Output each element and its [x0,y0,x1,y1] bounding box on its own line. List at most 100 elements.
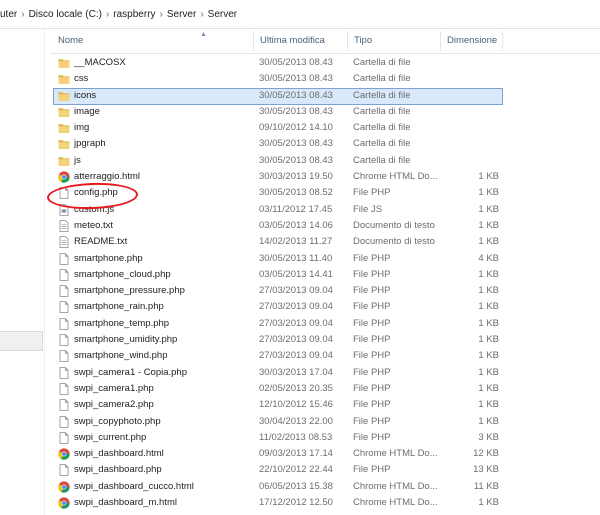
file-row[interactable]: README.txt 14/02/2013 11.27 Documento di t… [50,234,505,250]
breadcrumb-item[interactable]: raspberry [113,9,155,20]
column-header-size[interactable]: Dimensione [447,29,497,53]
file-type: Documento di testo [353,219,435,231]
file-modified: 11/02/2013 08.53 [259,431,333,443]
file-row[interactable]: js 30/05/2013 08.43 Cartella di file [50,153,505,169]
file-icon [58,464,70,477]
file-name: js [74,154,81,166]
file-type: File JS [353,203,383,215]
file-name: smartphone_rain.php [74,301,164,313]
file-size: 1 KB [478,285,499,297]
file-type: Cartella di file [353,138,411,150]
nav-pane-selected-item[interactable] [0,331,43,351]
column-divider[interactable] [440,31,441,51]
text-file-icon [58,220,70,232]
file-row[interactable]: jpgraph 30/05/2013 08.43 Cartella di file [50,136,505,152]
file-row[interactable]: smartphone_wind.php 27/03/2013 09.04 File … [50,348,505,364]
file-row[interactable]: swpi_camera2.php 12/10/2012 15.46 File PHP… [50,397,505,413]
file-name: swpi_camera1.php [74,382,154,394]
breadcrumb-item[interactable]: uter [0,9,17,20]
file-row[interactable]: swpi_dashboard_m.html 17/12/2012 12.50 Chr… [50,495,505,511]
file-row[interactable]: swpi_dashboard.html 09/03/2013 17.14 Chrom… [50,446,505,462]
file-type: Chrome HTML Do... [353,497,438,509]
file-row[interactable]: swpi_dashboard_cucco.html 06/05/2013 15.3… [50,479,505,495]
file-row[interactable]: smartphone.php 30/05/2013 11.40 File PHP 4 … [50,251,505,267]
file-size: 1 KB [478,203,499,215]
breadcrumb-item[interactable]: Server [167,9,196,20]
breadcrumb-item[interactable]: Server [208,9,237,20]
file-modified: 02/05/2013 20.35 [259,382,333,394]
file-row[interactable]: __MACOSX 30/05/2013 08.43 Cartella di file [50,55,505,71]
file-row[interactable]: smartphone_cloud.php 03/05/2013 14.41 File… [50,267,505,283]
file-type: Cartella di file [353,89,411,101]
file-size: 1 KB [478,334,499,346]
folder-icon [58,90,70,102]
file-type: File PHP [353,285,391,297]
file-name: jpgraph [74,138,106,150]
file-type: File PHP [353,317,391,329]
file-row[interactable]: meteo.txt 03/05/2013 14.06 Documento di te… [50,218,505,234]
file-size: 1 KB [478,171,499,183]
file-row[interactable]: css 30/05/2013 08.43 Cartella di file [50,71,505,87]
file-modified: 30/04/2013 22.00 [259,415,333,427]
file-modified: 06/05/2013 15.38 [259,480,333,492]
file-row[interactable]: swpi_copyphoto.php 30/04/2013 22.00 File P… [50,414,505,430]
chevron-right-icon[interactable]: › [160,9,163,20]
file-type: File PHP [353,399,391,411]
chrome-icon [58,448,70,460]
file-size: 1 KB [478,219,499,231]
file-row[interactable]: swpi_camera1 - Copia.php 30/03/2013 17.04… [50,365,505,381]
file-row[interactable]: smartphone_temp.php 27/03/2013 09.04 File … [50,316,505,332]
file-modified: 27/03/2013 09.04 [259,334,333,346]
navigation-pane[interactable] [0,29,44,515]
column-divider[interactable] [347,31,348,51]
file-row[interactable]: smartphone_umidity.php 27/03/2013 09.04 Fi… [50,332,505,348]
chevron-right-icon[interactable]: › [106,9,109,20]
file-row[interactable]: atterraggio.html 30/03/2013 19.50 Chrome H… [50,169,505,185]
file-row[interactable]: img 09/10/2012 14.10 Cartella di file [50,120,505,136]
breadcrumb-item[interactable]: Disco locale (C:) [29,9,102,20]
file-icon [58,366,70,379]
folder-icon [58,57,70,69]
file-type: File PHP [353,268,391,280]
file-row[interactable]: smartphone_pressure.php 27/03/2013 09.04 F… [50,283,505,299]
file-modified: 12/10/2012 15.46 [259,399,333,411]
file-row[interactable]: swpi_camera1.php 02/05/2013 20.35 File PHP… [50,381,505,397]
file-modified: 03/05/2013 14.06 [259,219,333,231]
file-name: css [74,73,89,85]
file-icon [58,415,70,428]
chevron-right-icon[interactable]: › [200,9,203,20]
file-modified: 27/03/2013 09.04 [259,350,333,362]
file-type: Chrome HTML Do... [353,480,438,492]
folder-icon [58,138,70,150]
file-name: swpi_dashboard.php [74,464,162,476]
file-row[interactable]: swpi_current.php 11/02/2013 08.53 File PHP… [50,430,505,446]
file-type: File PHP [353,334,391,346]
column-header-type[interactable]: Tipo [354,29,372,53]
file-row[interactable]: icons 30/05/2013 08.43 Cartella di file [50,87,505,105]
file-type: File PHP [353,301,391,313]
file-icon [58,317,70,330]
file-size: 1 KB [478,301,499,313]
file-row[interactable]: image 30/05/2013 08.43 Cartella di file [50,104,505,120]
file-icon [58,350,70,363]
breadcrumb: uter › Disco locale (C:) › raspberry › S… [0,0,600,29]
file-size: 1 KB [478,399,499,411]
file-type: File PHP [353,366,391,378]
file-row[interactable]: swpi_dashboard.php 22/10/2012 22.44 File P… [50,462,505,478]
column-header-modified[interactable]: Ultima modifica [260,29,325,53]
file-name: image [74,105,100,117]
column-header-bar: Nome ▲ Ultima modifica Tipo Dimensione [50,29,600,54]
chevron-right-icon[interactable]: › [21,9,24,20]
file-size: 4 KB [478,252,499,264]
file-type: Cartella di file [353,122,411,134]
file-name: swpi_dashboard_cucco.html [74,480,194,492]
file-type: Cartella di file [353,73,411,85]
file-row[interactable]: smartphone_rain.php 27/03/2013 09.04 File … [50,299,505,315]
file-icon [58,252,70,265]
column-divider[interactable] [253,31,254,51]
pane-divider[interactable] [44,29,45,515]
column-header-name[interactable]: Nome [58,29,83,53]
file-type: File PHP [353,382,391,394]
file-modified: 30/05/2013 08.43 [259,73,333,85]
column-divider[interactable] [502,31,503,51]
